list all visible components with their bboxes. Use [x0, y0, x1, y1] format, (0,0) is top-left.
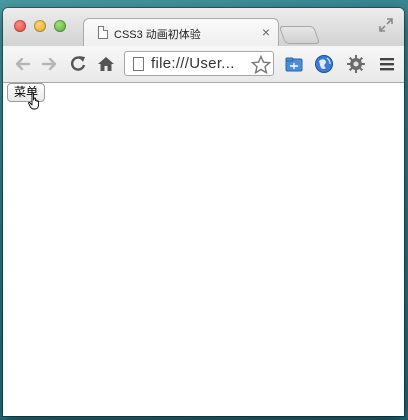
new-tab-button[interactable] — [278, 26, 321, 44]
close-window-button[interactable] — [14, 20, 26, 32]
page-content: 菜单 — [3, 83, 404, 416]
star-icon[interactable] — [251, 55, 271, 75]
fullscreen-icon[interactable] — [378, 17, 394, 33]
browser-toolbar: file:///User... — [3, 46, 404, 83]
menu-icon[interactable] — [377, 54, 397, 74]
forward-icon[interactable] — [40, 54, 60, 74]
document-icon — [133, 57, 144, 71]
home-icon[interactable] — [96, 54, 116, 74]
tab-strip: CSS3 动画初体验 × — [3, 8, 404, 47]
reload-icon[interactable] — [68, 54, 88, 74]
tab-active[interactable]: CSS3 动画初体验 × — [83, 18, 279, 46]
browser-window: CSS3 动画初体验 × file:///User... 菜单 — [3, 8, 404, 416]
tab-title: CSS3 动画初体验 — [114, 29, 201, 41]
address-text: file:///User... — [151, 55, 235, 72]
hand-cursor-icon — [28, 92, 42, 110]
globe-extension-icon[interactable] — [314, 54, 334, 74]
folder-extension-icon[interactable] — [284, 54, 304, 74]
gear-extension-icon[interactable] — [346, 54, 366, 74]
back-icon[interactable] — [12, 54, 32, 74]
maximize-window-button[interactable] — [54, 20, 66, 32]
document-icon — [98, 26, 108, 39]
tab-close-icon[interactable]: × — [262, 24, 270, 40]
minimize-window-button[interactable] — [34, 20, 46, 32]
